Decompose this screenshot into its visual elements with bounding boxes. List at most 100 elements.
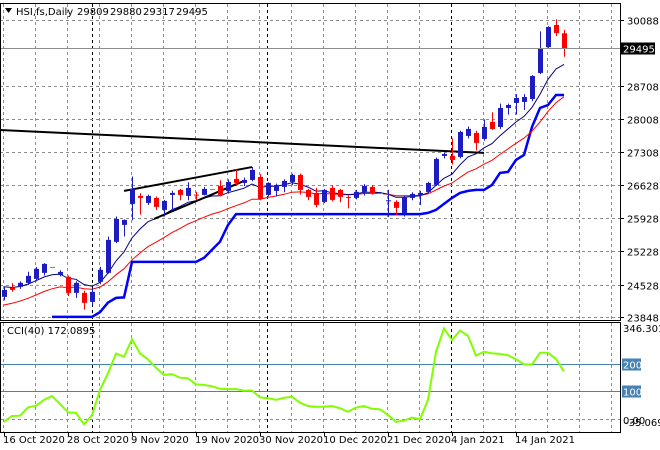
candle [474, 130, 479, 151]
candle-body [250, 169, 255, 180]
grid [0, 4, 620, 432]
candle-body [122, 219, 127, 225]
symbol-label: HSI,fs,Daily [16, 7, 73, 18]
candle-body [538, 47, 543, 73]
candle-body [402, 196, 407, 213]
candle-body [394, 201, 399, 208]
candle-body [154, 197, 159, 207]
candle [442, 152, 447, 159]
candle-body [514, 97, 519, 103]
candle-body [186, 187, 191, 196]
trendline-long-resistance [0, 128, 485, 154]
candle-body [426, 182, 431, 192]
candle-body [554, 24, 559, 33]
axes: 30088 28708 28008 27308 26628 25928 25228 24528… [3, 17, 659, 447]
candle-body [34, 268, 39, 279]
candle-body [258, 176, 263, 199]
price-tick-label: 28008 [627, 116, 659, 127]
date-label: 10 Dec 2020 [323, 435, 387, 446]
candle [266, 182, 271, 197]
candle-body [114, 218, 119, 242]
trading-chart: 30088 28708 28008 27308 26628 25928 25228 24528… [0, 3, 660, 447]
candle [562, 29, 567, 57]
candle-body [322, 189, 327, 202]
candle [74, 281, 79, 298]
ohlc-close: 29495 [176, 7, 208, 18]
candle-body [138, 195, 143, 198]
cci-line [3, 326, 565, 426]
candle [106, 236, 111, 274]
candle-body [18, 282, 23, 287]
candle [2, 286, 7, 301]
candle-body [194, 194, 199, 196]
candle-body [466, 128, 471, 136]
candle [170, 190, 175, 211]
candle-body [354, 191, 359, 198]
price-tick-label: 26628 [627, 182, 659, 193]
ohlc-open: 29809 [77, 7, 109, 18]
candle-body [362, 185, 367, 192]
cci-label: CCI(40) 172.0895 [7, 326, 95, 337]
candle-body [282, 180, 287, 187]
candle [306, 188, 311, 201]
candle [322, 188, 327, 204]
candle [330, 185, 335, 202]
candle [194, 191, 199, 201]
candle [490, 112, 495, 130]
candle [42, 263, 47, 276]
candle-body [146, 195, 151, 203]
candle [114, 216, 119, 244]
candle-body [66, 276, 71, 293]
candle [210, 188, 215, 190]
candle-body [482, 126, 487, 139]
candle [498, 103, 503, 129]
collapse-triangle-icon[interactable] [5, 8, 12, 13]
candle [122, 219, 127, 237]
candle-body [10, 287, 15, 290]
date-label: 21 Dec 2020 [387, 435, 451, 446]
candle [242, 177, 247, 187]
candle [394, 200, 399, 216]
candle [522, 94, 527, 110]
candle-body [242, 179, 247, 183]
candle [466, 126, 471, 139]
candle-body [42, 263, 47, 273]
support-line [52, 93, 564, 319]
candle [282, 179, 287, 193]
candle [346, 195, 351, 209]
candle-body [306, 189, 311, 197]
candle [554, 19, 559, 37]
candle-body [506, 104, 511, 108]
candle-body [26, 275, 31, 283]
candle-body [74, 282, 79, 293]
candle [274, 183, 279, 197]
price-tick-label: 28708 [627, 83, 659, 94]
candle-body [266, 182, 271, 195]
candle-body [386, 200, 391, 202]
candle-body [202, 188, 207, 195]
candle [514, 94, 519, 115]
candle [354, 189, 359, 200]
cci-level-label: 200 [623, 361, 642, 372]
candle-body [458, 131, 463, 157]
candle [154, 196, 159, 210]
date-label: 19 Nov 2020 [195, 435, 259, 446]
candle-body [162, 200, 167, 210]
candle-body [50, 266, 55, 268]
candle [410, 192, 415, 201]
candle-body [170, 192, 175, 195]
candle [82, 290, 87, 310]
candle [434, 157, 439, 187]
candle [98, 266, 103, 285]
candle-body [106, 239, 111, 273]
candle [186, 182, 191, 201]
date-label: 30 Nov 2020 [259, 435, 323, 446]
candle [338, 188, 343, 203]
candle [146, 194, 151, 206]
candle-body [2, 289, 7, 297]
price-tick-label: 30088 [627, 17, 659, 28]
candle-body [498, 107, 503, 127]
date-label: 16 Oct 2020 [3, 435, 65, 446]
candle [298, 173, 303, 195]
candle [66, 275, 71, 296]
